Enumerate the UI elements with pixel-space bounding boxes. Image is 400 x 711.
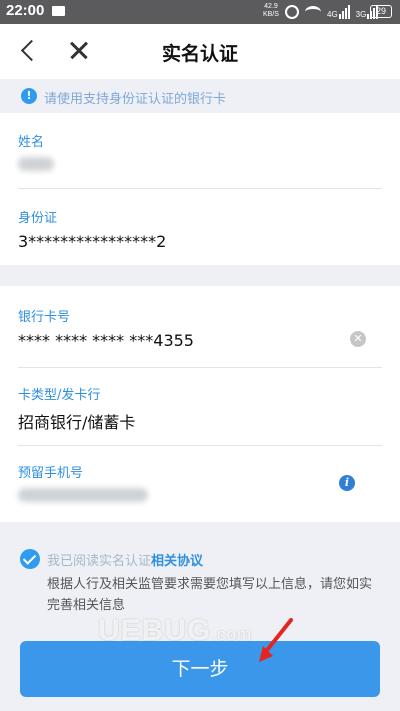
id-label: 身份证 (18, 211, 58, 226)
name-value (18, 156, 382, 175)
agreement-note: 根据人行及相关监管要求需要您填写以上信息，请您如实完善相关信息 (47, 577, 373, 613)
watermark-suffix: .com (211, 625, 253, 644)
divider (18, 367, 382, 368)
phone-field[interactable]: 预留手机号 (18, 462, 382, 506)
status-time: 22:00 (6, 2, 45, 19)
agreement-link[interactable]: 相关协议 (151, 554, 203, 569)
divider (18, 445, 382, 446)
bank-card: 银行卡号 **** **** **** ***4355 ✕ 卡类型/发卡行 招商… (0, 286, 400, 522)
name-field[interactable]: 姓名 (18, 131, 382, 175)
message-icon (52, 6, 65, 16)
battery-icon: 29 (370, 5, 392, 18)
watermark-text: UEBUG (98, 614, 212, 647)
red-arrow-icon (259, 618, 293, 662)
card-number-value: **** **** **** ***4355 (18, 331, 194, 350)
phone-value (18, 487, 382, 506)
agreement-prefix: 我已阅读实名认证 (47, 554, 152, 569)
alarm-icon (285, 5, 299, 19)
net-speed-unit: KB/S (263, 11, 279, 18)
card-number-field[interactable]: 银行卡号 **** **** **** ***4355 (18, 306, 382, 350)
net-speed-value: 42.9 (264, 3, 278, 10)
divider (18, 188, 382, 189)
notice-bar: ! 请使用支持身份证认证的银行卡 (0, 79, 400, 113)
info-icon[interactable]: i (339, 475, 355, 491)
net-speed: 42.9 KB/S (263, 3, 279, 19)
agree-checkbox[interactable] (20, 549, 40, 569)
signal-icon-1: 4G (327, 5, 350, 19)
card-type-field[interactable]: 卡类型/发卡行 招商银行/储蓄卡 (18, 384, 382, 433)
id-field[interactable]: 身份证 3****************2 (18, 207, 382, 251)
info-alert-icon: ! (21, 88, 37, 104)
wifi-icon (305, 6, 321, 18)
phone-label: 预留手机号 (18, 466, 84, 481)
identity-card: 姓名 身份证 3****************2 (0, 113, 400, 265)
nav-bar: 实名认证 (0, 24, 400, 79)
status-bar: 22:00 42.9 KB/S 4G 3G 29 (0, 0, 400, 24)
next-button[interactable]: 下一步 (20, 641, 380, 697)
card-type-label: 卡类型/发卡行 (18, 388, 101, 403)
id-value: 3****************2 (18, 232, 167, 251)
signal-1-label: 4G (327, 10, 338, 19)
name-label: 姓名 (18, 135, 45, 150)
signal-2-label: 3G (355, 10, 367, 19)
agreement-text: 我已阅读实名认证相关协议 (47, 550, 203, 569)
notice-text: 请使用支持身份证认证的银行卡 (44, 92, 227, 107)
page-title: 实名认证 (161, 43, 238, 65)
clear-icon[interactable]: ✕ (350, 331, 366, 347)
card-number-label: 银行卡号 (18, 310, 71, 325)
watermark: UEBUG.com (98, 614, 252, 648)
status-icons: 4G 3G (285, 4, 379, 20)
card-type-value: 招商银行/储蓄卡 (18, 413, 136, 432)
